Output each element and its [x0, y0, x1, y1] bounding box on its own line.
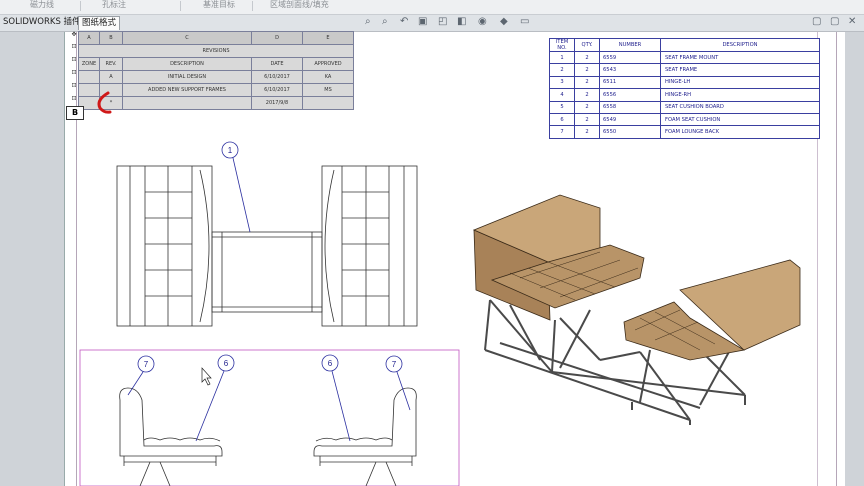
outline-line — [385, 461, 397, 486]
frame-brace — [559, 309, 591, 369]
top-view-right-seat — [321, 165, 418, 327]
mouse-cursor-icon — [201, 367, 212, 386]
balloon-label: 7 — [392, 360, 397, 369]
balloon-6-right[interactable]: 6 — [321, 354, 351, 442]
frame-leg — [551, 319, 556, 373]
balloon-label: 6 — [328, 359, 333, 368]
isometric-view[interactable] — [472, 194, 801, 425]
outline-line — [199, 169, 210, 323]
top-view-left-seat — [116, 165, 213, 327]
frame-rail — [599, 351, 641, 361]
balloon-7-left[interactable]: 7 — [127, 355, 155, 396]
outline-line — [315, 437, 393, 442]
outline-line — [365, 461, 377, 486]
front-view-left-seat[interactable] — [119, 387, 223, 486]
balloon-leader — [232, 157, 251, 233]
outline-line — [313, 387, 417, 457]
balloon-leader — [195, 370, 225, 442]
frame-brace — [559, 317, 601, 361]
balloon-label: 6 — [224, 359, 229, 368]
balloon-leader — [331, 370, 351, 442]
front-view-selection-box — [79, 349, 460, 486]
outline-line — [119, 387, 223, 457]
drawing-views: 1 7 6 6 7 — [79, 91, 801, 486]
balloon-label: 7 — [144, 360, 149, 369]
balloon-7-right[interactable]: 7 — [385, 355, 411, 411]
outline-line — [324, 169, 335, 323]
balloon-label: 1 — [228, 146, 233, 155]
outline-line — [139, 461, 151, 486]
balloon-leader — [127, 371, 144, 396]
frame-leg — [484, 299, 491, 351]
frame-brace — [699, 349, 731, 406]
outline-line — [143, 437, 221, 442]
top-view[interactable] — [116, 165, 418, 327]
balloon-1[interactable]: 1 — [221, 141, 251, 233]
outline-line — [159, 461, 171, 486]
front-view-right-seat[interactable] — [313, 387, 417, 486]
isometric-frame — [484, 299, 746, 425]
red-annotation-mark — [97, 91, 112, 114]
top-view-frame — [211, 231, 323, 313]
